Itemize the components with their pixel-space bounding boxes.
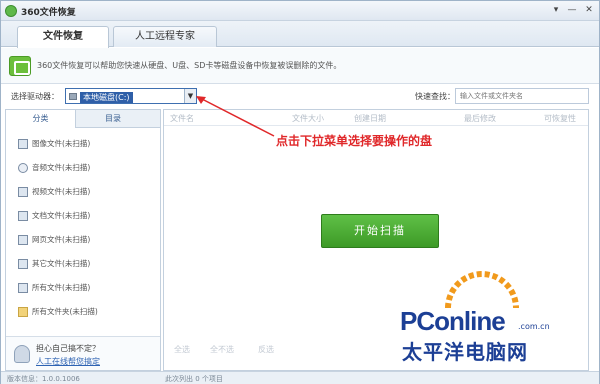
disk-icon — [69, 93, 77, 100]
image-icon — [18, 139, 28, 149]
column-created[interactable]: 创建日期 — [354, 113, 386, 124]
column-recoverability[interactable]: 可恢复性 — [544, 113, 576, 124]
quick-search-label: 快速查找： — [415, 92, 455, 101]
category-label: 文档文件(未扫描) — [32, 211, 91, 220]
file-icon — [18, 259, 28, 269]
minimize-button[interactable]: — — [565, 4, 579, 16]
title-bar[interactable]: 360文件恢复 ▾ — ✕ — [1, 1, 599, 21]
support-agent-icon — [14, 345, 30, 363]
column-name[interactable]: 文件名 — [170, 113, 194, 124]
category-item-webpage[interactable]: 网页文件(未扫描) — [6, 228, 160, 252]
watermark-chinese: 太平洋电脑网 — [402, 340, 528, 364]
start-scan-button[interactable]: 开始扫描 — [321, 214, 439, 248]
folder-icon — [18, 307, 28, 317]
category-label: 所有文件(未扫描) — [32, 283, 91, 292]
category-label: 所有文件夹(未扫描) — [32, 307, 98, 316]
column-header: 文件名 文件大小 创建日期 最后修改 可恢复性 — [164, 110, 588, 126]
recovery-icon — [9, 56, 31, 76]
close-button[interactable]: ✕ — [582, 4, 596, 16]
category-item-video[interactable]: 视频文件(未扫描) — [6, 180, 160, 204]
watermark-brand: PConline — [400, 306, 506, 336]
main-tab-bar: 文件恢复 人工远程专家 — [1, 21, 599, 48]
info-bar: 360文件恢复可以帮助您快速从硬盘、U盘、SD卡等磁盘设备中恢复被误删除的文件。 — [1, 48, 599, 84]
category-item-all-folders[interactable]: 所有文件夹(未扫描) — [6, 300, 160, 324]
watermark-logo-icon — [445, 271, 519, 309]
music-icon — [18, 163, 28, 173]
status-bar: 版本信息：1.0.0.1006 此次列出 0 个项目 — [1, 371, 599, 384]
column-size[interactable]: 文件大小 — [292, 113, 324, 124]
annotation-text: 点击下拉菜单选择要操作的盘 — [276, 134, 433, 148]
tab-remote-expert[interactable]: 人工远程专家 — [113, 26, 217, 47]
category-label: 网页文件(未扫描) — [32, 235, 91, 244]
selection-actions: 全选 全不选 反选 — [174, 344, 374, 358]
category-label: 视频文件(未扫描) — [32, 187, 91, 196]
drive-row: 选择驱动器： 本地磁盘(C:) ▼ 快速查找： — [1, 85, 599, 107]
left-tab-bar: 分类 目录 — [6, 110, 160, 128]
category-item-all-files[interactable]: 所有文件(未扫描) — [6, 276, 160, 300]
column-modified[interactable]: 最后修改 — [464, 113, 496, 124]
category-item-image[interactable]: 图像文件(未扫描) — [6, 132, 160, 156]
help-text: 担心自己搞不定？ — [36, 344, 100, 353]
video-icon — [18, 187, 28, 197]
webpage-icon — [18, 235, 28, 245]
category-label: 图像文件(未扫描) — [32, 139, 91, 148]
drive-select[interactable]: 本地磁盘(C:) ▼ — [65, 88, 197, 104]
version-text: 版本信息：1.0.0.1006 — [7, 375, 80, 383]
category-panel: 分类 目录 图像文件(未扫描) 音频文件(未扫描) 视频文件(未扫描) 文档文件… — [5, 109, 161, 371]
invert-selection-button[interactable]: 反选 — [258, 344, 274, 355]
tab-directory[interactable]: 目录 — [78, 110, 148, 128]
pconline-watermark: PConline .com.cn 太平洋电脑网 — [400, 270, 590, 366]
quick-search-input[interactable] — [455, 88, 589, 104]
select-none-button[interactable]: 全不选 — [210, 344, 234, 355]
category-item-audio[interactable]: 音频文件(未扫描) — [6, 156, 160, 180]
app-logo-icon — [5, 5, 17, 17]
drive-label: 选择驱动器： — [11, 92, 59, 101]
watermark-domain: .com.cn — [518, 322, 550, 331]
select-all-button[interactable]: 全选 — [174, 344, 190, 355]
category-item-document[interactable]: 文档文件(未扫描) — [6, 204, 160, 228]
item-count-text: 此次列出 0 个项目 — [165, 375, 223, 383]
category-list: 图像文件(未扫描) 音频文件(未扫描) 视频文件(未扫描) 文档文件(未扫描) … — [6, 132, 160, 324]
category-item-other[interactable]: 其它文件(未扫描) — [6, 252, 160, 276]
document-icon — [18, 211, 28, 221]
files-icon — [18, 283, 28, 293]
help-link[interactable]: 人工在线帮您搞定 — [36, 356, 100, 367]
info-text: 360文件恢复可以帮助您快速从硬盘、U盘、SD卡等磁盘设备中恢复被误删除的文件。 — [37, 61, 342, 70]
window-title: 360文件恢复 — [21, 8, 76, 18]
drive-selected-value: 本地磁盘(C:) — [80, 92, 133, 103]
category-label: 其它文件(未扫描) — [32, 259, 91, 268]
category-label: 音频文件(未扫描) — [32, 163, 91, 172]
dropdown-arrow-icon[interactable]: ▼ — [184, 89, 196, 103]
tab-category[interactable]: 分类 — [6, 110, 76, 128]
tab-file-recovery[interactable]: 文件恢复 — [17, 26, 109, 48]
help-box: 担心自己搞不定？ 人工在线帮您搞定 — [6, 336, 160, 370]
menu-button[interactable]: ▾ — [549, 4, 563, 16]
